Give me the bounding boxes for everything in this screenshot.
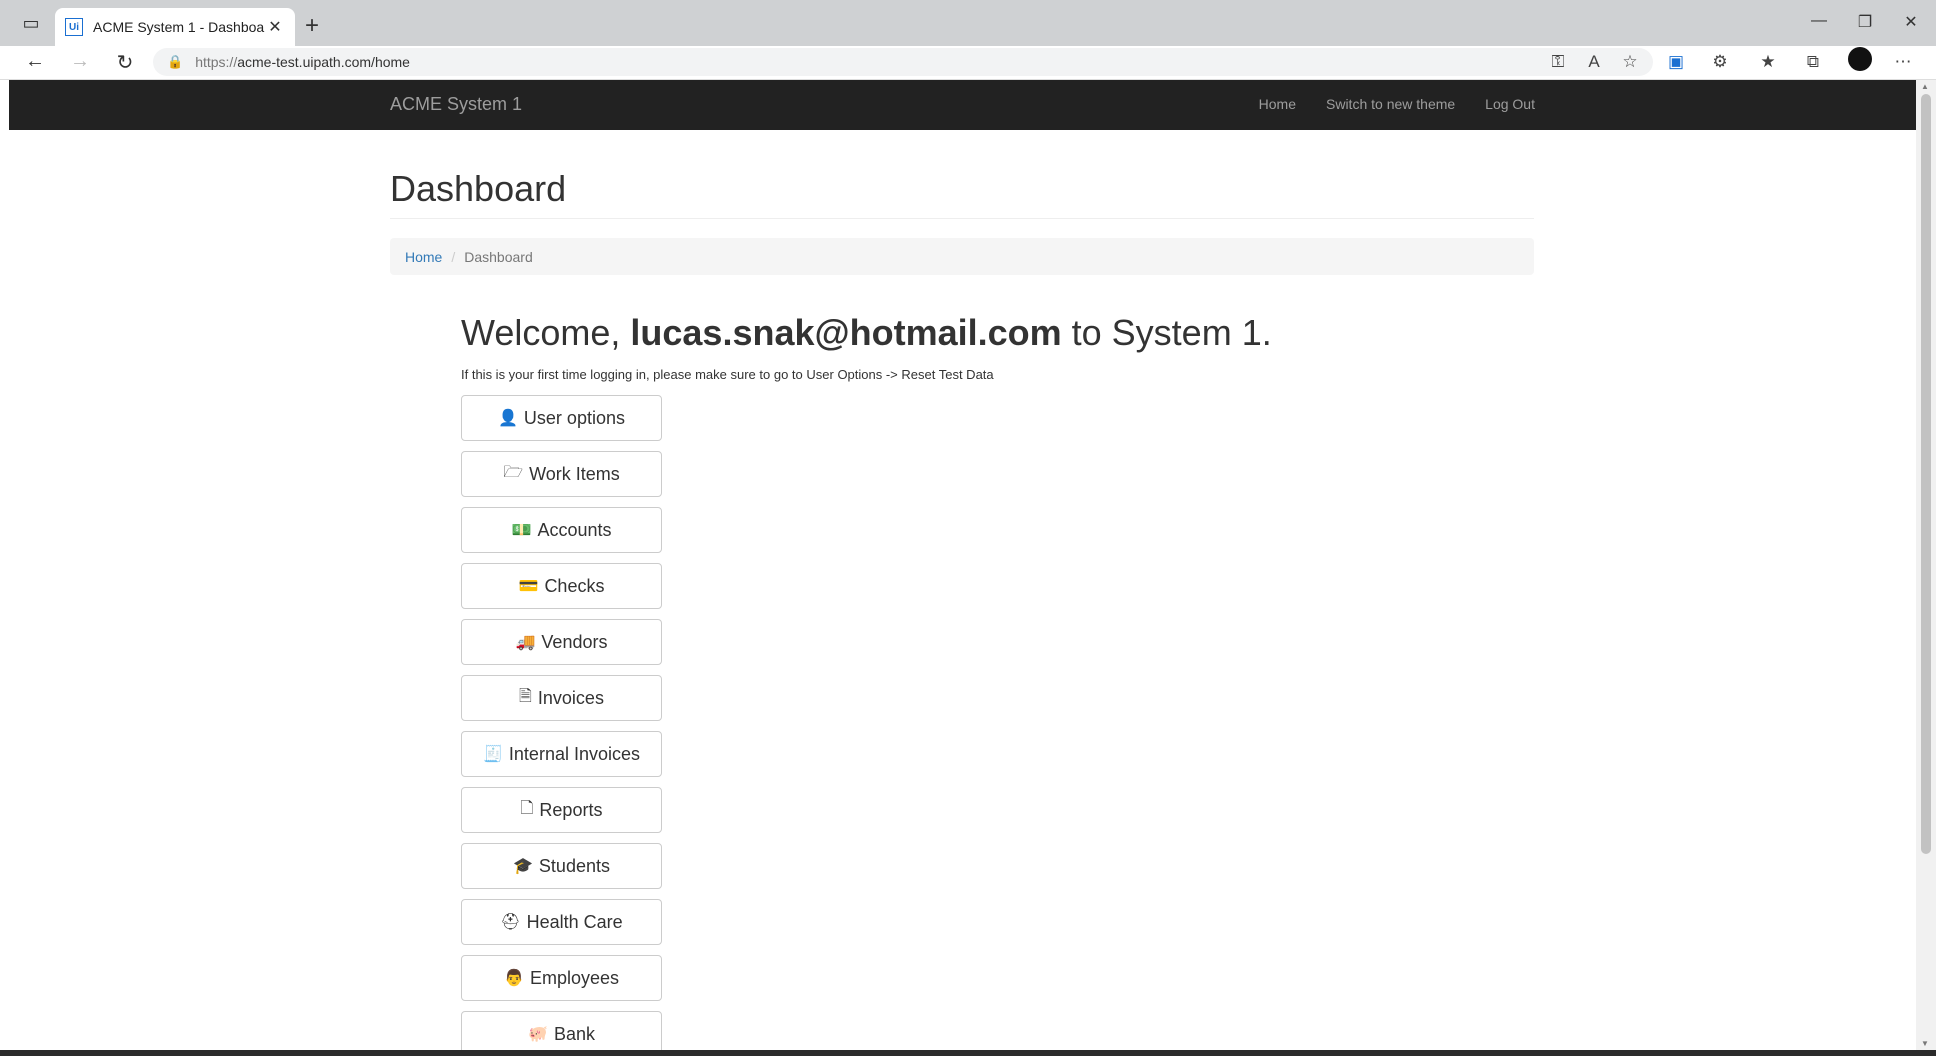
piggy-bank-icon: 🐖 bbox=[528, 1026, 548, 1043]
scroll-down-icon[interactable]: ▼ bbox=[1921, 1039, 1929, 1048]
employees-button[interactable]: 👨 Employees bbox=[461, 955, 662, 1001]
back-icon[interactable]: ← bbox=[20, 50, 50, 73]
tab-close-icon[interactable]: ✕ bbox=[265, 17, 285, 37]
internal-invoices-button[interactable]: 🧾 Internal Invoices bbox=[461, 731, 662, 777]
restore-icon[interactable]: ❐ bbox=[1850, 12, 1880, 32]
breadcrumb-current: Dashboard bbox=[464, 248, 533, 265]
extensions-icon[interactable]: ⚙ bbox=[1707, 52, 1733, 72]
work-items-button[interactable]: 🗁 Work Items bbox=[461, 451, 662, 497]
read-aloud-icon[interactable]: A bbox=[1581, 52, 1607, 72]
user-icon: 👤 bbox=[498, 410, 518, 427]
welcome-suffix: to System 1. bbox=[1061, 312, 1272, 353]
truck-icon: 🚚 bbox=[515, 634, 536, 651]
button-label: Bank bbox=[553, 1023, 595, 1044]
nav-link-switch-theme[interactable]: Switch to new theme bbox=[1326, 96, 1455, 112]
tab-actions-icon[interactable]: ▭ bbox=[18, 10, 44, 36]
credit-card-icon: 💳 bbox=[518, 578, 539, 595]
vendors-button[interactable]: 🚚 Vendors bbox=[461, 619, 662, 665]
new-tab-icon[interactable]: + bbox=[305, 12, 319, 40]
medkit-icon: ⛑ bbox=[500, 914, 521, 931]
os-taskbar bbox=[0, 1050, 1936, 1056]
folder-open-icon: 🗁 bbox=[503, 463, 524, 481]
address-toolbar: ← → ↻ 🔒 https://acme-test.uipath.com/hom… bbox=[0, 46, 1936, 80]
button-label: User options bbox=[523, 407, 625, 428]
breadcrumb: Home / Dashboard bbox=[390, 238, 1534, 275]
add-favorite-icon[interactable]: ☆ bbox=[1617, 52, 1643, 72]
button-label: Invoices bbox=[537, 687, 604, 708]
accounts-button[interactable]: 💵 Accounts bbox=[461, 507, 662, 553]
favorites-icon[interactable]: ★ bbox=[1755, 52, 1781, 72]
health-care-button[interactable]: ⛑ Health Care bbox=[461, 899, 662, 945]
user-tie-icon: 👨 bbox=[504, 970, 524, 987]
breadcrumb-home-link[interactable]: Home bbox=[405, 249, 442, 265]
url-protocol: https:// bbox=[195, 54, 238, 70]
browser-tab-bar: ▭ Ui ACME System 1 - Dashboard ✕ + — ❐ ✕ bbox=[0, 0, 1936, 46]
page-viewport: ACME System 1 Home Switch to new theme L… bbox=[9, 80, 1916, 1050]
page-scrollbar[interactable]: ▲ ▼ bbox=[1916, 80, 1936, 1050]
file-text-icon: 🗎 bbox=[519, 687, 532, 705]
forward-icon[interactable]: → bbox=[65, 50, 95, 73]
url-bar[interactable]: 🔒 https://acme-test.uipath.com/home bbox=[153, 48, 1653, 76]
uipath-extension-icon[interactable]: ▣ bbox=[1663, 52, 1689, 72]
user-options-button[interactable]: 👤 User options bbox=[461, 395, 662, 441]
nav-link-logout[interactable]: Log Out bbox=[1485, 96, 1535, 112]
nav-link-home[interactable]: Home bbox=[1259, 96, 1296, 112]
button-label: Vendors bbox=[541, 631, 608, 652]
scroll-up-icon[interactable]: ▲ bbox=[1921, 82, 1929, 91]
navbar-links: Home Switch to new theme Log Out bbox=[1259, 96, 1535, 112]
tab-title: ACME System 1 - Dashboard bbox=[93, 19, 265, 35]
checks-button[interactable]: 💳 Checks bbox=[461, 563, 662, 609]
graduation-cap-icon: 🎓 bbox=[513, 858, 533, 875]
more-menu-icon[interactable]: ⋯ bbox=[1890, 52, 1916, 72]
url-host-path: acme-test.uipath.com/home bbox=[237, 54, 410, 70]
browser-tab[interactable]: Ui ACME System 1 - Dashboard ✕ bbox=[55, 8, 295, 46]
welcome-heading: Welcome, lucas.snak@hotmail.com to Syste… bbox=[461, 312, 1272, 354]
refresh-icon[interactable]: ↻ bbox=[110, 50, 140, 75]
button-label: Health Care bbox=[526, 911, 623, 932]
welcome-user-email: lucas.snak@hotmail.com bbox=[630, 312, 1062, 353]
reports-button[interactable]: 🗋 Reports bbox=[461, 787, 662, 833]
minimize-icon[interactable]: — bbox=[1804, 12, 1834, 30]
button-label: Reports bbox=[539, 799, 603, 820]
navbar-brand[interactable]: ACME System 1 bbox=[390, 94, 522, 115]
file-icon: 🗋 bbox=[520, 799, 534, 817]
button-label: Work Items bbox=[529, 463, 620, 484]
scrollbar-thumb[interactable] bbox=[1921, 94, 1931, 854]
invoices-button[interactable]: 🗎 Invoices bbox=[461, 675, 662, 721]
money-icon: 💵 bbox=[511, 522, 532, 539]
button-label: Internal Invoices bbox=[508, 743, 640, 764]
first-login-hint: If this is your first time logging in, p… bbox=[461, 367, 994, 382]
file-invoice-icon: 🧾 bbox=[483, 746, 503, 763]
breadcrumb-separator: / bbox=[451, 248, 456, 265]
button-label: Employees bbox=[529, 967, 619, 988]
password-key-icon[interactable]: ⚿ bbox=[1545, 52, 1571, 72]
title-divider bbox=[390, 218, 1534, 219]
welcome-prefix: Welcome, bbox=[461, 312, 631, 353]
profile-avatar[interactable] bbox=[1848, 47, 1872, 71]
page-title: Dashboard bbox=[390, 168, 567, 209]
students-button[interactable]: 🎓 Students bbox=[461, 843, 662, 889]
uipath-favicon-icon: Ui bbox=[65, 18, 83, 36]
top-navbar: ACME System 1 Home Switch to new theme L… bbox=[9, 80, 1916, 130]
window-close-icon[interactable]: ✕ bbox=[1896, 12, 1926, 32]
bank-button[interactable]: 🐖 Bank bbox=[461, 1011, 662, 1050]
lock-icon: 🔒 bbox=[167, 54, 184, 69]
dashboard-button-list: 👤 User options 🗁 Work Items 💵 Accounts 💳 Che… bbox=[461, 395, 662, 1050]
button-label: Checks bbox=[544, 575, 605, 596]
button-label: Students bbox=[538, 855, 610, 876]
button-label: Accounts bbox=[537, 519, 612, 540]
collections-icon[interactable]: ⧉ bbox=[1800, 52, 1826, 72]
